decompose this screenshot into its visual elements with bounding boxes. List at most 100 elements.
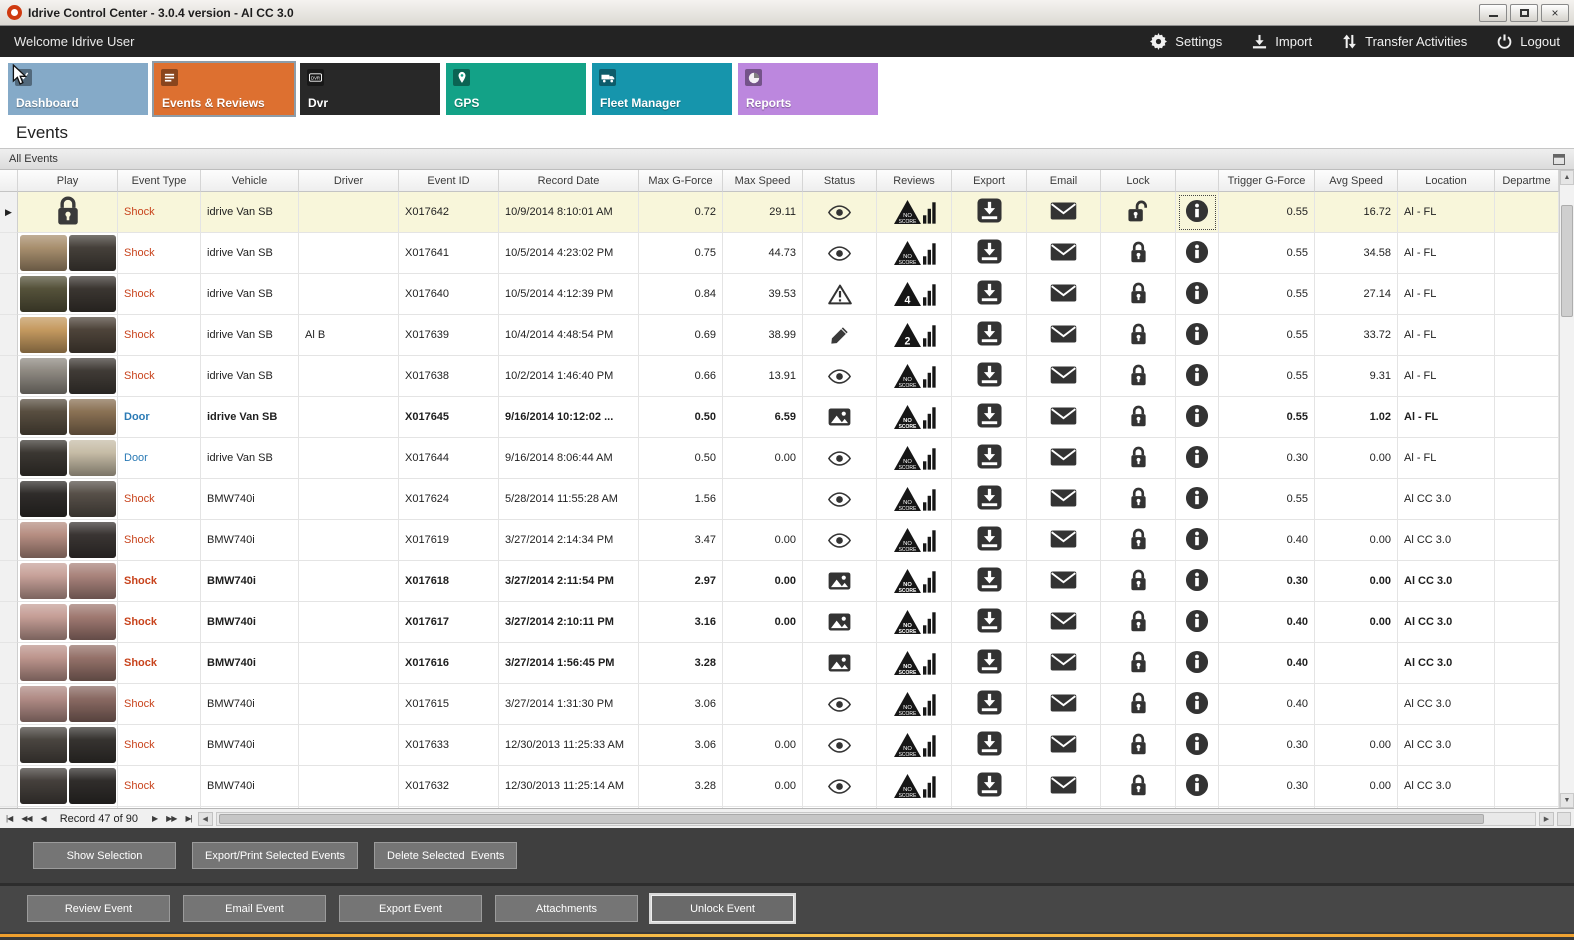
lock-button[interactable] xyxy=(1101,397,1176,438)
review-score-button[interactable]: NO SCORE xyxy=(877,233,952,274)
email-button[interactable] xyxy=(1027,438,1101,479)
vscroll-thumb[interactable] xyxy=(1561,205,1573,317)
event-row[interactable]: Shock idrive Van SB Al B X017639 10/4/2014 4… xyxy=(0,315,1559,356)
event-thumbnail[interactable] xyxy=(19,399,116,435)
column-header-driver[interactable]: Driver xyxy=(299,170,399,192)
lock-button[interactable] xyxy=(1101,561,1176,602)
column-header-reviews[interactable]: Reviews xyxy=(877,170,952,192)
play-cell[interactable] xyxy=(18,561,118,602)
review-score-button[interactable]: NO SCORE xyxy=(877,479,952,520)
vertical-scrollbar[interactable]: ▲ ▼ xyxy=(1559,170,1574,808)
info-button[interactable] xyxy=(1176,397,1219,438)
event-thumbnail[interactable] xyxy=(19,563,116,599)
panel-expand-icon[interactable] xyxy=(1553,153,1565,165)
row-selector[interactable] xyxy=(0,520,18,561)
column-header-status[interactable]: Status xyxy=(803,170,877,192)
event-row[interactable]: Shock BMW740i X017619 3/27/2014 2:14:34 PM 3… xyxy=(0,520,1559,561)
email-button[interactable] xyxy=(1027,192,1101,233)
import-button[interactable]: Import xyxy=(1252,33,1312,50)
transfer-activities-button[interactable]: Transfer Activities xyxy=(1342,33,1467,50)
lock-button[interactable] xyxy=(1101,684,1176,725)
info-button[interactable] xyxy=(1176,602,1219,643)
email-button[interactable] xyxy=(1027,356,1101,397)
play-cell[interactable] xyxy=(18,643,118,684)
delete-selected-events-button[interactable]: Delete Selected Events xyxy=(374,842,518,869)
info-button[interactable] xyxy=(1176,274,1219,315)
email-button[interactable] xyxy=(1027,520,1101,561)
event-thumbnail[interactable] xyxy=(19,768,116,804)
email-button[interactable] xyxy=(1027,397,1101,438)
column-header-trigger-g-force[interactable]: Trigger G-Force xyxy=(1219,170,1315,192)
maximize-button[interactable] xyxy=(1510,3,1538,22)
event-thumbnail[interactable] xyxy=(19,686,116,722)
review-score-button[interactable]: 2 xyxy=(877,315,952,356)
review-score-button[interactable]: NO SCORE xyxy=(877,520,952,561)
scroll-up-icon[interactable]: ▲ xyxy=(1560,170,1574,185)
event-thumbnail[interactable] xyxy=(19,358,116,394)
hscroll-thumb[interactable] xyxy=(218,813,1485,824)
play-cell[interactable] xyxy=(18,725,118,766)
export-button[interactable] xyxy=(952,192,1027,233)
column-header-departme[interactable]: Departme xyxy=(1495,170,1559,192)
lock-button[interactable] xyxy=(1101,766,1176,807)
row-selector[interactable] xyxy=(0,397,18,438)
lock-button[interactable] xyxy=(1101,356,1176,397)
event-row[interactable]: ▶ Shock idrive Van SB X017642 10/9/2014 8:10… xyxy=(0,192,1559,233)
review-score-button[interactable]: NO SCORE xyxy=(877,356,952,397)
event-thumbnail[interactable] xyxy=(19,604,116,640)
export-button[interactable] xyxy=(952,520,1027,561)
review-score-button[interactable]: 4 xyxy=(877,274,952,315)
info-button[interactable] xyxy=(1176,643,1219,684)
column-header-play[interactable]: Play xyxy=(18,170,118,192)
export-button[interactable] xyxy=(952,274,1027,315)
column-header-max-g-force[interactable]: Max G-Force xyxy=(639,170,723,192)
play-cell[interactable] xyxy=(18,438,118,479)
email-button[interactable] xyxy=(1027,684,1101,725)
next-record-button[interactable]: ▶ xyxy=(149,813,160,824)
settings-button[interactable]: Settings xyxy=(1150,33,1222,50)
column-header-vehicle[interactable]: Vehicle xyxy=(201,170,299,192)
play-cell[interactable] xyxy=(18,315,118,356)
play-cell[interactable] xyxy=(18,520,118,561)
event-row[interactable]: Shock idrive Van SB X017640 10/5/2014 4:12:… xyxy=(0,274,1559,315)
play-cell[interactable] xyxy=(18,684,118,725)
attachments-button[interactable]: Attachments xyxy=(495,895,638,922)
export-button[interactable] xyxy=(952,602,1027,643)
event-row[interactable]: Shock BMW740i X017632 12/30/2013 11:25:14 A… xyxy=(0,766,1559,807)
tab-events-reviews[interactable]: Events & Reviews xyxy=(152,61,296,117)
info-button[interactable] xyxy=(1176,356,1219,397)
unlock-event-button[interactable]: Unlock Event xyxy=(651,895,794,922)
review-score-button[interactable]: NO SCORE xyxy=(877,766,952,807)
row-selector[interactable] xyxy=(0,274,18,315)
play-cell[interactable] xyxy=(18,192,118,233)
review-score-button[interactable]: NO SCORE xyxy=(877,643,952,684)
review-score-button[interactable]: NO SCORE xyxy=(877,561,952,602)
event-row[interactable]: Shock idrive Van SB X017641 10/5/2014 4:23:… xyxy=(0,233,1559,274)
lock-button[interactable] xyxy=(1101,274,1176,315)
info-button[interactable] xyxy=(1176,233,1219,274)
info-button[interactable] xyxy=(1176,766,1219,807)
event-thumbnail[interactable] xyxy=(19,522,116,558)
export-button[interactable] xyxy=(952,233,1027,274)
email-button[interactable] xyxy=(1027,561,1101,602)
row-selector[interactable]: ▶ xyxy=(0,192,18,233)
email-button[interactable] xyxy=(1027,479,1101,520)
info-button[interactable] xyxy=(1176,520,1219,561)
row-selector[interactable] xyxy=(0,356,18,397)
column-header-export[interactable]: Export xyxy=(952,170,1027,192)
review-score-button[interactable]: NO SCORE xyxy=(877,684,952,725)
lock-button[interactable] xyxy=(1101,602,1176,643)
event-thumbnail[interactable] xyxy=(19,481,116,517)
event-thumbnail[interactable] xyxy=(19,727,116,763)
column-header-max-speed[interactable]: Max Speed xyxy=(723,170,803,192)
scroll-left-icon[interactable]: ◀ xyxy=(197,811,213,826)
event-row[interactable]: Shock BMW740i X017633 12/30/2013 11:25:33 A… xyxy=(0,725,1559,766)
play-cell[interactable] xyxy=(18,602,118,643)
event-row[interactable]: Shock BMW740i X017616 3/27/2014 1:56:45 PM 3… xyxy=(0,643,1559,684)
tab-gps[interactable]: GPS xyxy=(446,63,586,115)
email-event-button[interactable]: Email Event xyxy=(183,895,326,922)
event-thumbnail[interactable] xyxy=(19,440,116,476)
event-row[interactable]: Shock BMW740i X017624 5/28/2014 11:55:28 AM… xyxy=(0,479,1559,520)
event-row[interactable]: Shock BMW740i X017617 3/27/2014 2:10:11 PM 3… xyxy=(0,602,1559,643)
scroll-down-icon[interactable]: ▼ xyxy=(1560,793,1574,808)
